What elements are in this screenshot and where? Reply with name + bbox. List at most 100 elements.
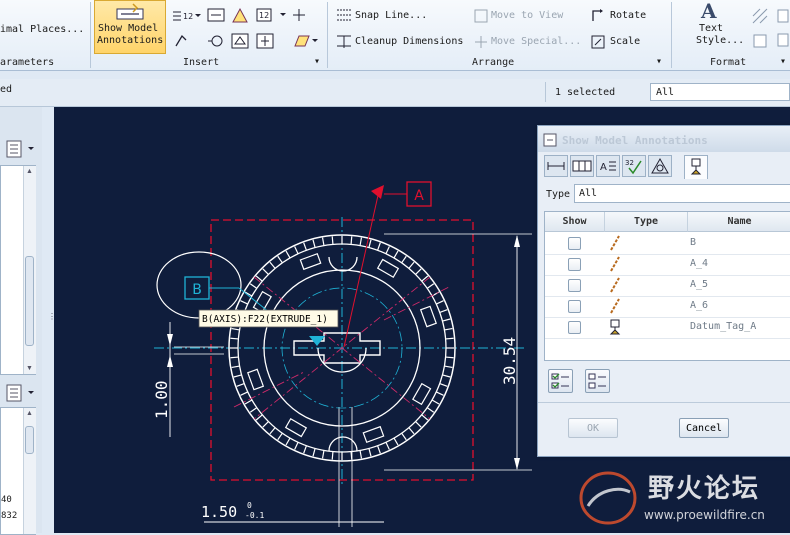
gear-tooth (359, 450, 363, 459)
move-special-button[interactable]: Move Special... (491, 36, 581, 47)
selection-filter-value: All (656, 87, 675, 98)
layer-tree-icon[interactable] (4, 383, 36, 403)
snap-line-icon[interactable] (336, 8, 352, 22)
type-label: Type (546, 189, 571, 200)
table-row[interactable]: B (545, 233, 790, 255)
insert-group-expand-icon[interactable]: ▾ (314, 56, 320, 67)
show-model-annotations-dialog: Show Model Annotations A 32 Type All Sho… (537, 125, 790, 457)
geometric-tolerance-icon[interactable]: 12 (256, 7, 286, 23)
selection-filter-select[interactable]: All (650, 83, 790, 101)
cleanup-dimensions-button[interactable]: Cleanup Dimensions (355, 36, 463, 47)
dimension-1-50[interactable]: 1.50 (201, 503, 237, 521)
weld-symbol-icon[interactable] (256, 33, 274, 49)
model-tree-scrollbar[interactable]: ▲ ▼ (23, 166, 36, 374)
format-extra-icon[interactable] (776, 8, 790, 48)
tab-surface-finish[interactable]: 32 (622, 155, 646, 177)
dialog-title-bar[interactable]: Show Model Annotations (538, 126, 790, 152)
gear-tooth (426, 283, 435, 289)
line-style-icon[interactable] (752, 33, 768, 49)
scale-icon[interactable] (590, 34, 606, 50)
gear-tooth (415, 268, 422, 275)
gear-tooth (401, 255, 407, 264)
gear-tooth (385, 246, 390, 254)
axis-icon (610, 277, 620, 293)
dialog-app-icon (543, 133, 557, 147)
dimension-30-54[interactable]: 30.54 (500, 337, 519, 385)
model-tree-list[interactable]: ▲ ▼ (0, 165, 36, 375)
gear-tooth (285, 250, 291, 259)
gear-tooth (421, 414, 429, 421)
ordinate-dimension-icon[interactable] (207, 7, 225, 23)
symbol-icon[interactable] (207, 33, 225, 49)
tolerance-upper: 0 (247, 501, 252, 510)
tab-datums[interactable] (684, 155, 708, 179)
show-checkbox[interactable] (568, 237, 581, 250)
show-checkbox[interactable] (568, 258, 581, 271)
tab-symbols[interactable] (648, 155, 672, 177)
rotate-button[interactable]: Rotate (610, 10, 646, 21)
dimension-tab-icon (547, 162, 565, 170)
column-header-type[interactable]: Type (605, 212, 688, 232)
ok-button[interactable]: OK (568, 418, 618, 438)
scale-button[interactable]: Scale (610, 36, 640, 47)
text-style-label-line1[interactable]: Text (699, 23, 723, 34)
show-checkbox[interactable] (568, 321, 581, 334)
gear-tooth (408, 261, 415, 269)
tab-notes[interactable]: A (596, 155, 620, 177)
gear-tooth (249, 407, 258, 413)
dialog-divider (538, 402, 790, 403)
select-all-button[interactable] (548, 369, 573, 393)
show-checkbox[interactable] (568, 279, 581, 292)
dimension-arrow (167, 334, 173, 346)
decimal-places-button[interactable]: imal Places... (0, 24, 84, 35)
show-checkbox[interactable] (568, 300, 581, 313)
text-style-icon[interactable]: A (697, 0, 725, 22)
cancel-button[interactable]: Cancel (679, 418, 729, 438)
tab-gtol[interactable] (570, 155, 594, 177)
text-style-label-line2[interactable]: Style... (696, 35, 744, 46)
cleanup-dimensions-icon[interactable] (336, 34, 352, 48)
svg-text:12: 12 (259, 11, 269, 20)
select-all-icon (551, 373, 569, 389)
hatch-icon[interactable] (752, 8, 768, 24)
gtol-tab-icon (572, 160, 592, 172)
symbols-tab-icon (651, 157, 669, 174)
table-row[interactable]: Datum_Tag_A (545, 317, 790, 339)
gear-tooth (277, 432, 283, 441)
rotate-icon[interactable] (590, 8, 606, 24)
column-header-name[interactable]: Name (688, 212, 790, 232)
snap-line-button[interactable]: Snap Line... (355, 10, 427, 21)
group-label-parameters: arameters (0, 57, 55, 68)
table-row[interactable]: A_4 (545, 254, 790, 276)
gear-tooth (240, 391, 248, 396)
balloon-icon[interactable] (231, 33, 249, 49)
column-header-show[interactable]: Show (545, 212, 605, 232)
svg-text:12: 12 (183, 12, 193, 21)
layer-list-scrollbar[interactable]: ▲ (23, 408, 36, 534)
format-group-expand-icon[interactable]: ▾ (780, 56, 786, 67)
gear-tooth (285, 437, 291, 446)
dimension-icon[interactable]: 12 (171, 8, 201, 24)
arrange-group-expand-icon[interactable]: ▾ (656, 56, 662, 67)
deselect-all-button[interactable] (585, 369, 610, 393)
gear-tooth (439, 383, 448, 387)
gear-tooth (421, 275, 429, 282)
type-select[interactable]: All (574, 184, 790, 203)
dimension-1-00[interactable]: 1.00 (152, 380, 171, 419)
move-to-view-button[interactable]: Move to View (491, 10, 563, 21)
table-icon[interactable] (292, 33, 318, 49)
gear-tooth (445, 356, 454, 359)
show-model-annotations-button[interactable]: Show Model Annotations (94, 0, 166, 54)
gear-tooth (277, 255, 283, 264)
gear-tooth (230, 356, 239, 359)
tree-settings-icon[interactable] (4, 139, 36, 159)
tab-dimensions[interactable] (544, 155, 568, 177)
datum-feature-icon[interactable] (231, 6, 249, 24)
table-row[interactable]: A_5 (545, 275, 790, 297)
layer-list[interactable]: ▲ 40 832 (0, 407, 36, 535)
gear-tooth (350, 451, 353, 460)
surface-finish-icon[interactable] (291, 7, 307, 23)
gear-tooth (255, 414, 263, 421)
table-row[interactable]: A_6 (545, 296, 790, 318)
note-leader-icon[interactable] (173, 33, 189, 49)
